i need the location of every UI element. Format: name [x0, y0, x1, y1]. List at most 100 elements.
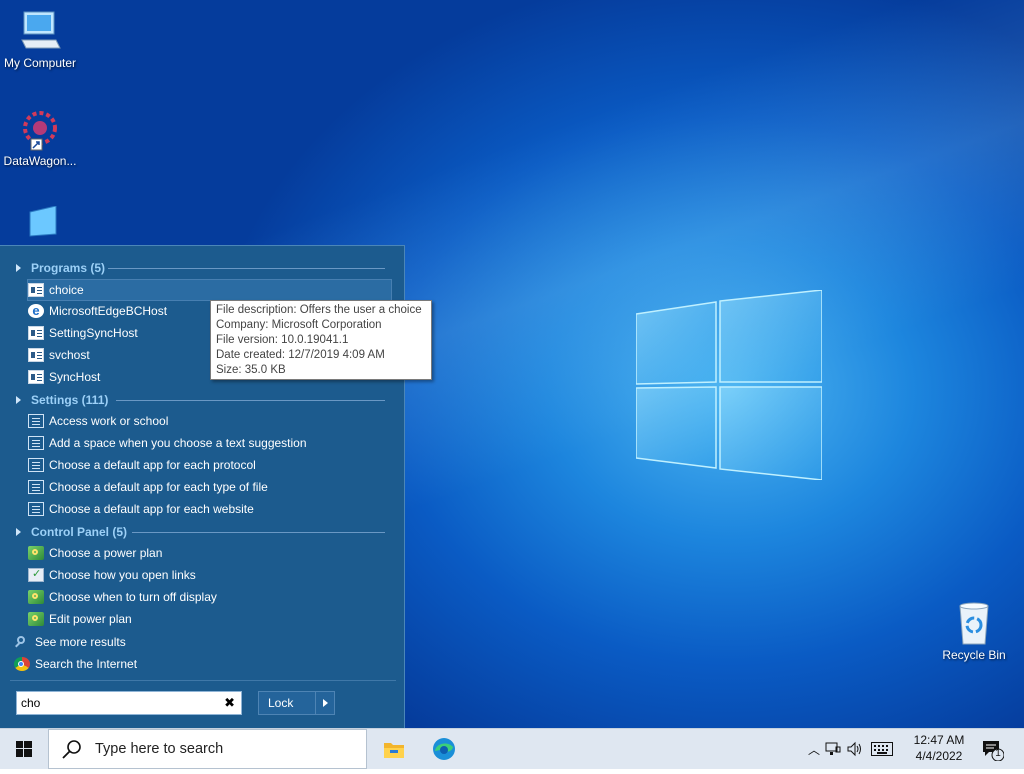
- item-label: Choose a default app for each protocol: [49, 458, 256, 472]
- action-center-button[interactable]: 1: [980, 737, 1005, 762]
- item-label: choice: [49, 283, 84, 297]
- recycle-bin-icon: [959, 602, 989, 645]
- expand-triangle-icon: [16, 396, 21, 404]
- shutdown-options-arrow[interactable]: [315, 692, 334, 714]
- settings-item-text-suggestion[interactable]: Add a space when you choose a text sugge…: [28, 433, 392, 453]
- tooltip-line: Size: 35.0 KB: [216, 364, 286, 376]
- item-label: Choose a default app for each type of fi…: [49, 480, 268, 494]
- item-label: See more results: [35, 635, 126, 649]
- briefcase-icon: [28, 414, 44, 428]
- edge-icon: [433, 738, 455, 760]
- power-options-icon: [28, 546, 44, 560]
- clock-time: 12:47 AM: [913, 733, 965, 747]
- tooltip-line: Company: Microsoft Corporation: [216, 319, 382, 331]
- keyboard-icon: [28, 436, 44, 450]
- tooltip-line: File description: Offers the user a choi…: [216, 304, 422, 316]
- settings-item-default-website[interactable]: Choose a default app for each website: [28, 499, 392, 519]
- item-label: Search the Internet: [35, 657, 138, 671]
- item-label: MicrosoftEdgeBCHost: [49, 304, 168, 318]
- control-panel-item-open-links[interactable]: Choose how you open links: [28, 565, 392, 585]
- group-divider: [116, 400, 385, 401]
- settings-item-access-work[interactable]: Access work or school: [28, 411, 392, 431]
- search-icon: [14, 635, 30, 649]
- exe-icon: [28, 283, 44, 297]
- program-item-choice[interactable]: choice: [27, 279, 392, 301]
- chevron-right-icon: [322, 699, 328, 707]
- desktop-icon-label: My Computer: [3, 56, 77, 70]
- exe-icon: [28, 326, 44, 340]
- default-programs-icon: [28, 567, 44, 582]
- notification-count: 1: [995, 748, 1001, 759]
- taskbar-search[interactable]: Type here to search: [48, 729, 367, 769]
- divider: [10, 680, 396, 681]
- web-icon: [28, 502, 44, 516]
- group-header-label: Programs (5): [31, 261, 106, 275]
- start-search-box[interactable]: ✖: [16, 691, 242, 715]
- lock-button-label: Lock: [268, 696, 294, 710]
- item-label: svchost: [49, 348, 90, 362]
- control-panel-item-power-plan[interactable]: Choose a power plan: [28, 543, 392, 563]
- start-button[interactable]: [0, 729, 48, 769]
- clock-date: 4/4/2022: [915, 749, 963, 763]
- file-explorer-icon: [384, 743, 404, 758]
- clear-search-icon[interactable]: ✖: [224, 695, 235, 711]
- search-icon: [61, 738, 83, 760]
- item-label: SyncHost: [49, 370, 101, 384]
- windows-icon: [16, 741, 32, 757]
- control-panel-item-edit-power-plan[interactable]: Edit power plan: [28, 609, 392, 629]
- desktop-icon-label: DataWagon...: [3, 154, 77, 168]
- monitor-icon: [29, 205, 57, 237]
- list-icon: [28, 480, 44, 494]
- group-divider: [108, 268, 385, 269]
- computer-icon: [21, 11, 61, 49]
- group-header-label: Control Panel (5): [31, 525, 128, 539]
- item-label: Edit power plan: [49, 612, 132, 626]
- volume-icon[interactable]: [844, 741, 866, 757]
- item-label: Choose how you open links: [49, 568, 196, 582]
- edge-icon: e: [28, 304, 44, 318]
- item-label: Choose a power plan: [49, 546, 163, 560]
- file-explorer-taskbar-button[interactable]: [378, 733, 410, 765]
- list-icon: [28, 458, 44, 472]
- exe-icon: [28, 370, 44, 384]
- item-label: SettingSyncHost: [49, 326, 138, 340]
- taskbar: Type here to search ︿ 12:47 AM 4/4/2022: [0, 728, 1024, 769]
- edge-taskbar-button[interactable]: [428, 733, 460, 765]
- desktop-icon-my-computer[interactable]: My Computer: [0, 8, 80, 70]
- item-label: Choose when to turn off display: [49, 590, 217, 604]
- expand-triangle-icon: [16, 264, 21, 272]
- group-header-label: Settings (111): [31, 393, 109, 407]
- desktop-icon-recycle-bin[interactable]: Recycle Bin: [934, 600, 1014, 662]
- see-more-results[interactable]: See more results: [14, 632, 378, 652]
- control-panel-item-turn-off-display[interactable]: Choose when to turn off display: [28, 587, 392, 607]
- settings-item-default-protocol[interactable]: Choose a default app for each protocol: [28, 455, 392, 475]
- keyboard-icon[interactable]: [866, 742, 898, 756]
- group-header-settings[interactable]: Settings (111): [16, 392, 386, 408]
- item-label: Access work or school: [49, 414, 169, 428]
- system-tray: ︿: [806, 729, 906, 769]
- chevron-up-icon[interactable]: ︿: [806, 741, 822, 758]
- group-header-programs[interactable]: Programs (5): [16, 260, 386, 276]
- item-label: Add a space when you choose a text sugge…: [49, 436, 307, 450]
- windows-logo-wallpaper: [636, 290, 822, 480]
- exe-icon: [28, 348, 44, 362]
- item-label: Choose a default app for each website: [49, 502, 254, 516]
- network-icon[interactable]: [822, 741, 844, 757]
- start-search-input[interactable]: [17, 695, 213, 711]
- search-the-internet[interactable]: Search the Internet: [14, 654, 378, 674]
- settings-item-default-file-type[interactable]: Choose a default app for each type of fi…: [28, 477, 392, 497]
- expand-triangle-icon: [16, 528, 21, 536]
- group-divider: [132, 532, 385, 533]
- desktop-icon-label: Recycle Bin: [942, 648, 1006, 662]
- tooltip-line: Date created: 12/7/2019 4:09 AM: [216, 349, 385, 361]
- file-info-tooltip: File description: Offers the user a choi…: [210, 300, 432, 380]
- desktop-icon-datawagon[interactable]: DataWagon...: [0, 106, 80, 168]
- taskbar-clock[interactable]: 12:47 AM 4/4/2022: [904, 732, 974, 764]
- lock-button[interactable]: Lock: [258, 691, 335, 715]
- desktop-icon-partial[interactable]: [0, 205, 80, 246]
- taskbar-search-placeholder: Type here to search: [95, 741, 224, 757]
- chrome-icon: [14, 657, 30, 671]
- tooltip-line: File version: 10.0.19041.1: [216, 334, 349, 346]
- group-header-control-panel[interactable]: Control Panel (5): [16, 524, 386, 540]
- datawagon-icon: [23, 111, 57, 151]
